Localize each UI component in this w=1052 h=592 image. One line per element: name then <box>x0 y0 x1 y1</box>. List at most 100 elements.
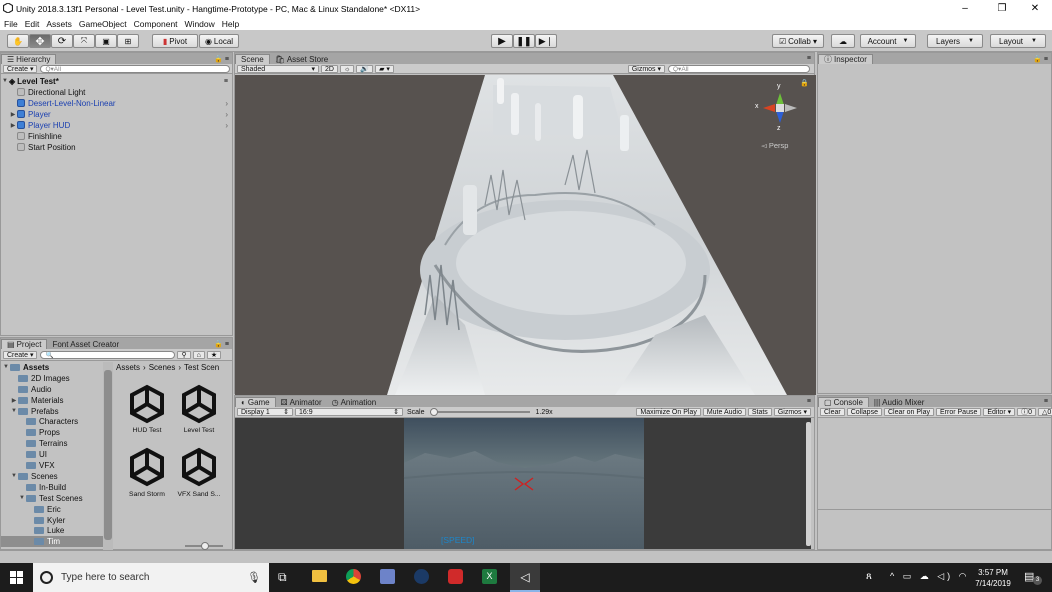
minimize-button[interactable]: – <box>948 0 982 17</box>
file-explorer-icon[interactable] <box>312 570 327 582</box>
game-viewport[interactable]: [SPEED] <box>235 418 811 549</box>
expand-arrow-icon[interactable]: ▼ <box>2 364 10 370</box>
step-button[interactable]: ▶❘ <box>535 34 557 48</box>
display-dropdown[interactable]: Display 1 ⇕ <box>237 408 293 416</box>
panel-menu-icon[interactable]: ≡ <box>807 398 811 405</box>
menu-file[interactable]: File <box>4 19 18 29</box>
project-tree-item[interactable]: ▼ Scenes <box>1 471 103 482</box>
rect-tool-button[interactable]: ▣ <box>95 34 117 48</box>
pause-button[interactable]: ❚❚ <box>513 34 535 48</box>
console-warning-filter[interactable]: ⓘ0 <box>1017 408 1037 416</box>
panel-menu-icon[interactable]: ≡ <box>807 55 811 62</box>
media-app-icon[interactable] <box>448 569 463 584</box>
scale-tool-button[interactable]: ⤧ <box>73 34 95 48</box>
project-tree-item[interactable]: Terrains <box>1 438 103 449</box>
layout-dropdown[interactable]: Layout ▼ <box>990 34 1046 48</box>
breadcrumb-test-scenes[interactable]: Test Scen <box>184 363 219 372</box>
hierarchy-item[interactable]: Directional Light <box>1 87 232 98</box>
tab-hierarchy[interactable]: ☰ Hierarchy <box>1 54 57 64</box>
shading-mode-dropdown[interactable]: Shaded ▾ <box>237 64 319 73</box>
microphone-icon[interactable]: 🎙 <box>247 571 261 584</box>
steam-icon[interactable] <box>414 569 429 584</box>
console-log-area[interactable] <box>818 419 1051 510</box>
tab-animation[interactable]: ◷ Animation <box>327 397 382 407</box>
project-tree-item[interactable]: Eric <box>1 504 103 515</box>
menu-component[interactable]: Component <box>134 19 178 29</box>
scene-search-input[interactable]: Q▾All <box>668 64 810 73</box>
chevron-right-icon[interactable]: › <box>225 121 228 130</box>
console-editor-dropdown[interactable]: Editor ▾ <box>983 408 1016 416</box>
tab-project[interactable]: ▤ Project <box>1 339 48 349</box>
console-error-filter[interactable]: △0 <box>1038 408 1052 416</box>
panel-menu-icon[interactable]: 🔒 ≡ <box>214 340 229 348</box>
pivot-toggle[interactable]: ▮ Pivot <box>152 34 198 48</box>
expand-arrow-icon[interactable]: ▼ <box>10 473 18 479</box>
project-tree-item[interactable]: 2D Images <box>1 373 103 384</box>
tab-animator[interactable]: ⚄ Animator <box>276 397 327 407</box>
project-tree-item[interactable]: Tim <box>1 536 103 548</box>
scene-viewport[interactable]: y x z ◅ Persp 🔒 <box>235 75 816 395</box>
hierarchy-item[interactable]: Desert-Level-Non-Linear › <box>1 98 232 109</box>
breadcrumb-assets[interactable]: Assets <box>116 363 140 372</box>
chrome-icon[interactable] <box>346 569 361 584</box>
hierarchy-item[interactable]: ▶ Player HUD › <box>1 120 232 131</box>
project-tree-item[interactable]: UI <box>1 449 103 460</box>
project-tree-item[interactable]: ▼ Assets <box>1 362 103 373</box>
tab-game[interactable]: ◐ Game <box>235 397 276 407</box>
menu-edit[interactable]: Edit <box>25 19 40 29</box>
2d-toggle[interactable]: 2D <box>321 64 338 73</box>
panel-menu-icon[interactable]: 🔒 ≡ <box>1033 55 1048 63</box>
move-tool-button[interactable]: ✥ <box>29 34 51 48</box>
collab-button[interactable]: ☑ Collab ▾ <box>772 34 824 48</box>
scene-menu-icon[interactable]: ≡ <box>224 78 228 85</box>
breadcrumb-scenes[interactable]: Scenes <box>149 363 176 372</box>
lock-icon[interactable]: 🔒 <box>800 79 809 87</box>
layers-dropdown[interactable]: Layers ▼ <box>927 34 983 48</box>
project-tree-scrollbar[interactable] <box>103 362 113 550</box>
menu-assets[interactable]: Assets <box>46 19 72 29</box>
project-tree-item[interactable]: ▶ Materials <box>1 395 103 406</box>
lighting-toggle[interactable]: ☼ <box>339 64 355 73</box>
expand-arrow-icon[interactable]: ▼ <box>18 495 26 501</box>
expand-arrow-icon[interactable]: ▼ <box>1 78 9 84</box>
project-create-button[interactable]: Create ▾ <box>3 350 38 359</box>
tab-inspector[interactable]: ⓘ Inspector <box>818 54 873 64</box>
perspective-label[interactable]: ◅ Persp <box>761 141 788 150</box>
taskbar-clock[interactable]: 3:57 PM 7/14/2019 <box>972 567 1014 589</box>
tab-audio-mixer[interactable]: ||| Audio Mixer <box>869 397 929 407</box>
tab-asset-store[interactable]: 🛍 Asset Store <box>270 54 334 64</box>
scrollbar-thumb[interactable] <box>104 370 112 540</box>
audio-toggle[interactable]: 🔊 <box>356 64 374 73</box>
tab-font-asset-creator[interactable]: Font Asset Creator <box>47 339 124 349</box>
hierarchy-create-button[interactable]: Create ▾ <box>3 64 38 73</box>
orientation-gizmo[interactable]: y x z ◅ Persp <box>755 83 805 150</box>
project-tree-item[interactable]: In-Build <box>1 482 103 493</box>
chevron-right-icon[interactable]: › <box>225 99 228 108</box>
hand-tool-button[interactable]: ✋ <box>7 34 29 48</box>
windows-start-icon[interactable] <box>10 571 23 584</box>
icon-size-slider[interactable] <box>185 542 223 550</box>
project-tree-item[interactable]: Luke <box>1 526 103 537</box>
app-notification-icon[interactable] <box>380 569 395 584</box>
expand-arrow-icon[interactable]: ▼ <box>10 408 18 414</box>
console-clear-on-play-toggle[interactable]: Clear on Play <box>883 408 935 416</box>
maximize-button[interactable]: ❐ <box>985 0 1019 17</box>
maximize-on-play-toggle[interactable]: Maximize On Play <box>636 408 701 416</box>
project-tree-item[interactable]: VFX <box>1 460 103 471</box>
project-tree-item[interactable]: Audio <box>1 384 103 395</box>
tab-scene[interactable]: Scene <box>235 54 270 64</box>
stats-toggle[interactable]: Stats <box>747 408 772 416</box>
people-icon[interactable]: ጸ <box>866 571 872 582</box>
filter-label-button[interactable]: ⌂ <box>192 350 205 359</box>
local-toggle[interactable]: ◉ Local <box>199 34 239 48</box>
console-collapse-toggle[interactable]: Collapse <box>846 408 882 416</box>
expand-arrow-icon[interactable]: ▶ <box>10 397 18 404</box>
chevron-right-icon[interactable]: › <box>225 110 228 119</box>
menu-window[interactable]: Window <box>185 19 215 29</box>
project-tree-item[interactable]: Props <box>1 427 103 438</box>
game-scrollbar[interactable] <box>806 422 811 546</box>
project-tree-item[interactable]: Characters <box>1 417 103 428</box>
tab-console[interactable]: ▢ Console <box>818 397 869 407</box>
unity-taskbar-icon[interactable]: ◁ <box>510 563 540 592</box>
favorite-button[interactable]: ★ <box>206 350 222 359</box>
